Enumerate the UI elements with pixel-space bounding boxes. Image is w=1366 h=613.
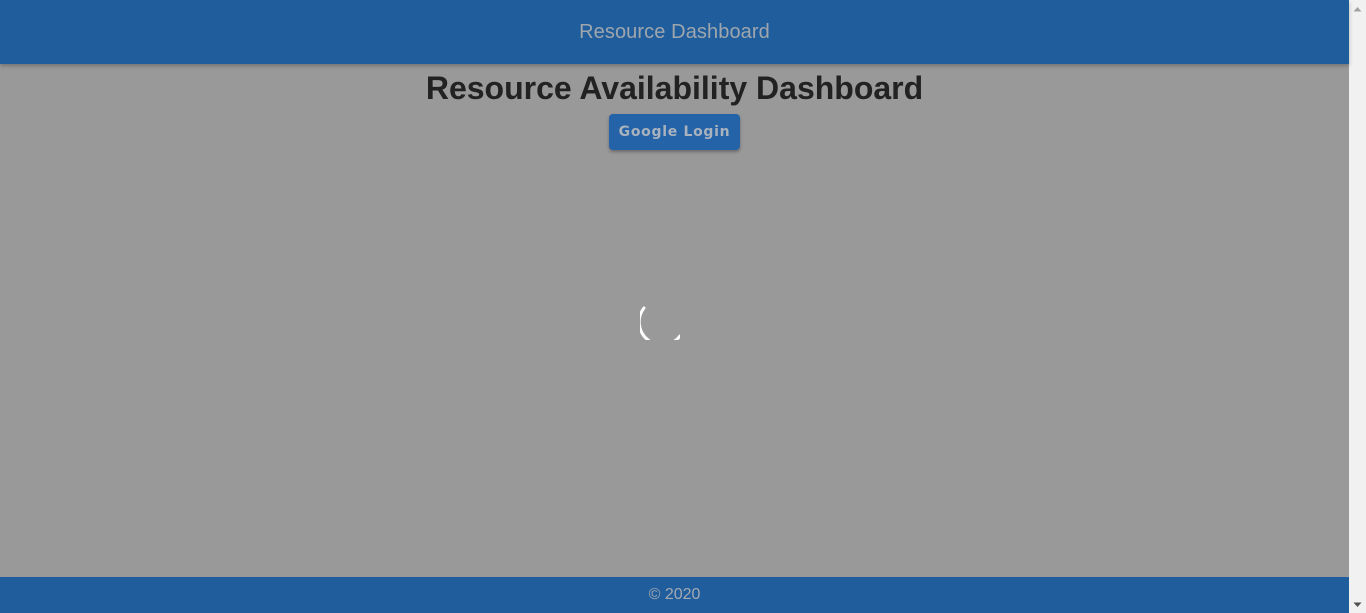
app-bar-title: Resource Dashboard bbox=[579, 20, 770, 43]
footer-copyright: © 2020 bbox=[648, 586, 701, 603]
vertical-scrollbar[interactable] bbox=[1349, 0, 1366, 613]
app-bar: Resource Dashboard bbox=[0, 0, 1349, 64]
loading-spinner-icon bbox=[640, 306, 680, 340]
scroll-down-glyph bbox=[1353, 602, 1362, 607]
main-content: Resource Availability Dashboard Google L… bbox=[0, 64, 1349, 577]
page-title: Resource Availability Dashboard bbox=[425, 70, 924, 106]
scroll-up-arrow-icon[interactable] bbox=[1349, 0, 1366, 17]
google-login-button[interactable]: Google Login bbox=[609, 114, 740, 150]
scroll-up-glyph bbox=[1353, 6, 1362, 11]
spinner-arc bbox=[640, 306, 680, 340]
page: Resource Dashboard Resource Availability… bbox=[0, 0, 1366, 613]
scroll-down-arrow-icon[interactable] bbox=[1349, 596, 1366, 613]
app-container: Resource Dashboard Resource Availability… bbox=[0, 0, 1349, 613]
footer: © 2020 bbox=[0, 577, 1349, 613]
